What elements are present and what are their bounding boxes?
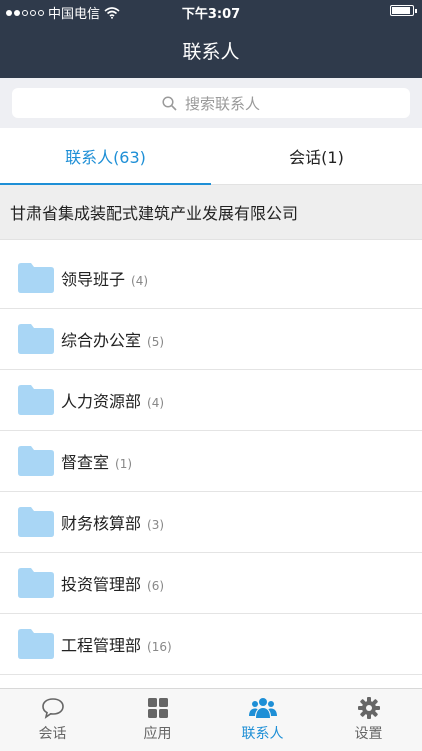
nav-bar: 联系人 [0, 22, 422, 78]
member-count: (4) [131, 274, 149, 288]
tab-contacts-label: 联系人(63) [65, 148, 146, 167]
department-list: 领导班子 (4) 综合办公室 (5) 人力资源部 (4) 督查室 (1) 财务核… [0, 248, 422, 675]
folder-icon [18, 446, 54, 476]
tabbar-label: 联系人 [241, 726, 284, 742]
folder-icon [18, 629, 54, 659]
list-item[interactable]: 工程管理部 (16) [0, 614, 422, 675]
tabbar-conversations[interactable]: 会话 [0, 689, 105, 751]
segment-tabs: 联系人(63) 会话(1) [0, 128, 422, 185]
list-item[interactable]: 投资管理部 (6) [0, 553, 422, 614]
tab-contacts[interactable]: 联系人(63) [0, 128, 211, 185]
search-input[interactable]: 搜索联系人 [12, 88, 410, 118]
department-name: 领导班子 [61, 270, 126, 289]
search-bar: 搜索联系人 [0, 78, 422, 128]
page-title: 联系人 [182, 40, 240, 63]
department-name: 投资管理部 [61, 575, 142, 594]
member-count: (1) [115, 457, 133, 471]
department-label: 财务核算部 (3) [61, 510, 164, 534]
bottom-tab-bar: 会话 应用 联系人 设置 [0, 688, 422, 751]
department-label: 工程管理部 (16) [61, 632, 172, 656]
department-name: 督查室 [61, 453, 110, 472]
search-icon [162, 95, 177, 111]
member-count: (4) [147, 396, 165, 410]
member-count: (3) [147, 518, 165, 532]
member-count: (16) [147, 640, 172, 654]
department-name: 工程管理部 [61, 636, 142, 655]
folder-icon [18, 568, 54, 598]
list-item[interactable]: 财务核算部 (3) [0, 492, 422, 553]
apps-grid-icon [147, 698, 168, 718]
department-name: 综合办公室 [61, 331, 142, 350]
tabbar-label: 会话 [38, 726, 67, 742]
search-placeholder: 搜索联系人 [184, 94, 260, 113]
folder-icon [18, 263, 54, 293]
tabbar-label: 设置 [354, 726, 383, 742]
list-item[interactable]: 人力资源部 (4) [0, 370, 422, 431]
department-label: 综合办公室 (5) [61, 327, 164, 351]
chat-bubble-icon [41, 698, 64, 719]
tabbar-label: 应用 [143, 726, 172, 742]
battery-fill [392, 7, 410, 14]
department-label: 人力资源部 (4) [61, 388, 164, 412]
organization-header[interactable]: 甘肃省集成装配式建筑产业发展有限公司 [0, 185, 422, 240]
department-name: 财务核算部 [61, 514, 142, 533]
department-label: 领导班子 (4) [61, 266, 148, 290]
list-item[interactable]: 督查室 (1) [0, 431, 422, 492]
department-name: 人力资源部 [61, 392, 142, 411]
list-item[interactable]: 综合办公室 (5) [0, 309, 422, 370]
gear-icon [357, 697, 380, 719]
organization-name: 甘肃省集成装配式建筑产业发展有限公司 [10, 204, 299, 223]
department-label: 投资管理部 (6) [61, 571, 164, 595]
member-count: (5) [147, 335, 165, 349]
status-bar: 中国电信 下午3:07 [0, 0, 422, 22]
tabbar-apps[interactable]: 应用 [105, 689, 210, 751]
list-item[interactable]: 领导班子 (4) [0, 248, 422, 309]
tab-conversations-label: 会话(1) [289, 148, 344, 167]
status-time: 下午3:07 [181, 7, 241, 22]
folder-icon [18, 507, 54, 537]
contacts-group-icon [248, 698, 277, 718]
folder-icon [18, 324, 54, 354]
tab-conversations[interactable]: 会话(1) [211, 128, 422, 184]
tabbar-settings[interactable]: 设置 [316, 689, 421, 751]
tabbar-contacts[interactable]: 联系人 [210, 689, 315, 751]
department-label: 督查室 (1) [61, 449, 132, 473]
folder-icon [18, 385, 54, 415]
member-count: (6) [147, 579, 165, 593]
battery-icon [390, 5, 417, 16]
